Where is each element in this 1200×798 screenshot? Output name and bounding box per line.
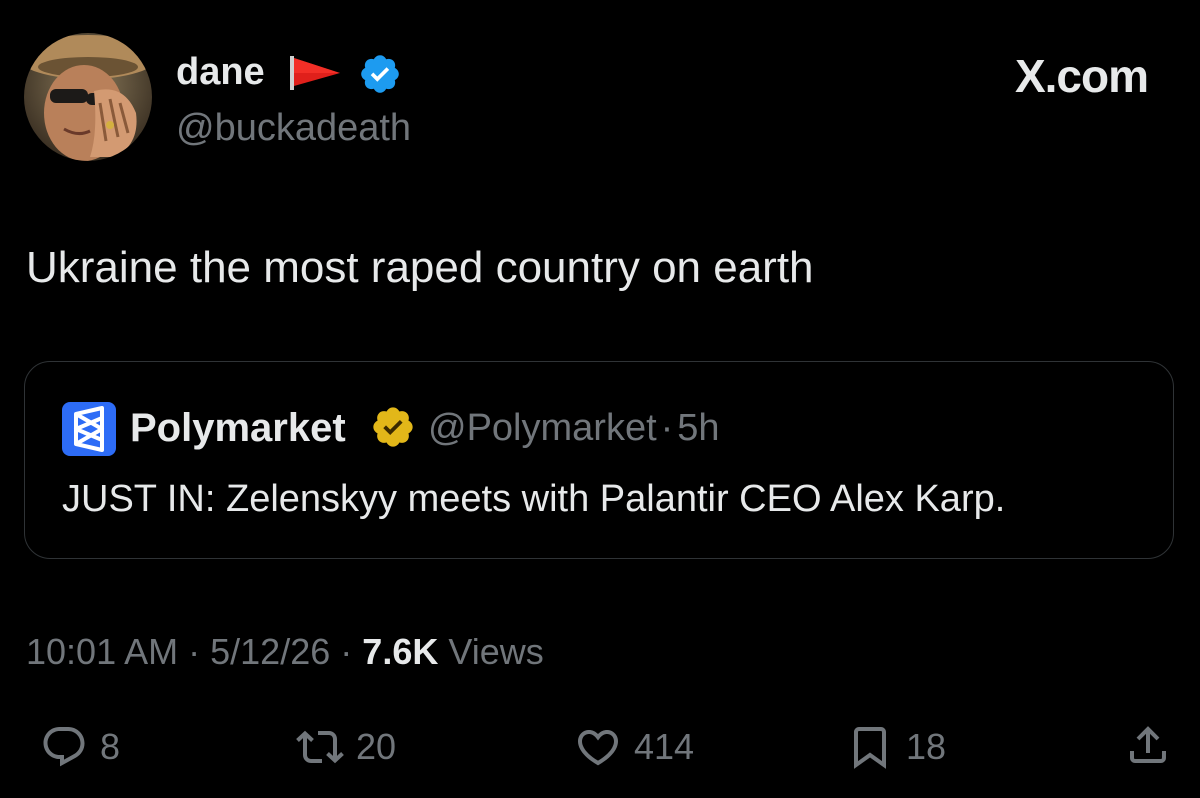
quoted-author-name[interactable]: Polymarket <box>130 404 346 452</box>
repost-button[interactable]: 20 <box>296 722 396 772</box>
quoted-tweet-text: JUST IN: Zelenskyy meets with Palantir C… <box>62 478 1006 520</box>
bookmark-count: 18 <box>906 726 947 767</box>
site-label: X.com <box>1014 50 1149 102</box>
author-handle[interactable]: @buckadeath <box>176 104 411 152</box>
bookmark-icon <box>854 727 886 769</box>
meta-separator: · <box>660 407 674 449</box>
red-flag-icon <box>290 56 340 90</box>
like-count: 414 <box>634 726 695 767</box>
meta-separator: · <box>340 631 353 672</box>
gold-verified-badge-icon[interactable] <box>370 404 416 450</box>
polymarket-logo-icon <box>62 402 116 456</box>
reply-icon <box>43 727 85 767</box>
avatar-image <box>24 33 152 161</box>
tweet-text: Ukraine the most raped country on earth <box>26 243 814 292</box>
repost-icon <box>296 730 344 764</box>
views-label[interactable]: Views <box>448 631 543 672</box>
author-display-name[interactable]: dane <box>176 48 265 96</box>
reply-button[interactable]: 8 <box>40 722 120 772</box>
quoted-author-handle[interactable]: @Polymarket <box>428 407 657 449</box>
views-count[interactable]: 7.6K <box>362 631 438 672</box>
tweet-meta-line: 10:01 AM · 5/12/26 · 7.6K Views <box>26 628 544 676</box>
bookmark-button[interactable]: 18 <box>846 722 946 772</box>
share-button[interactable] <box>1124 720 1172 770</box>
heart-icon <box>577 730 619 766</box>
tweet-time[interactable]: 10:01 AM <box>26 631 178 672</box>
quoted-tweet-card[interactable] <box>24 361 1174 559</box>
quoted-tweet-meta: @Polymarket · 5h <box>428 404 720 452</box>
share-icon <box>1130 726 1166 763</box>
tweet-date[interactable]: 5/12/26 <box>210 631 330 672</box>
reply-count: 8 <box>100 726 121 767</box>
quoted-tweet-age[interactable]: 5h <box>677 407 719 449</box>
verified-badge-icon[interactable] <box>358 52 402 96</box>
avatar[interactable] <box>24 33 152 161</box>
site-label-text: X.com <box>1014 50 1149 102</box>
repost-count: 20 <box>356 726 397 767</box>
meta-separator: · <box>188 631 201 672</box>
like-button[interactable]: 414 <box>574 722 694 772</box>
